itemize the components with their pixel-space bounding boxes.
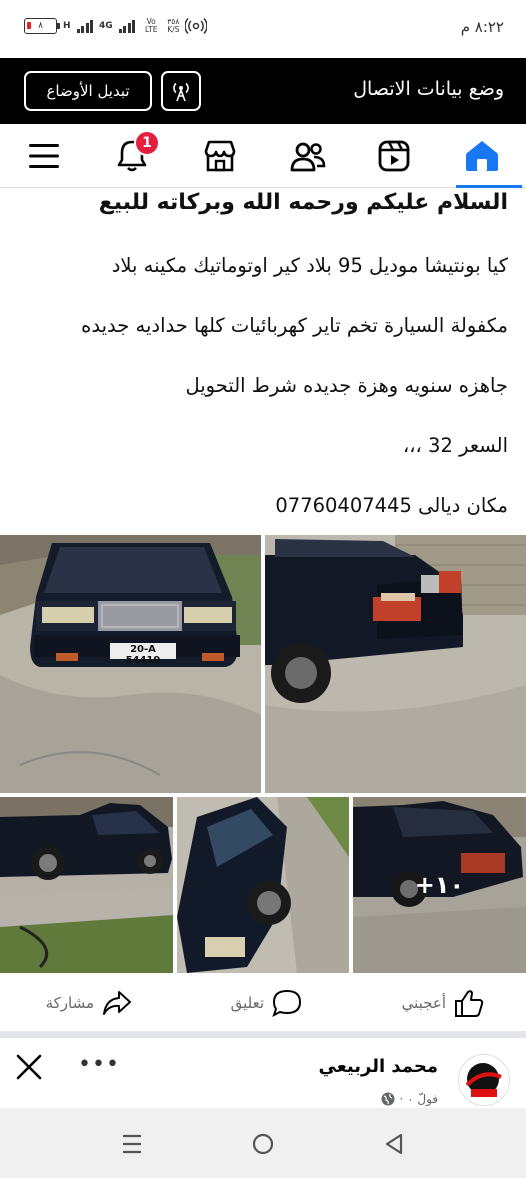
post-line-4: السعر 32 ،،،: [402, 434, 508, 457]
more-photos-overlay[interactable]: +١٠: [353, 797, 526, 973]
author-avatar[interactable]: [458, 1054, 510, 1106]
back-button[interactable]: [380, 1130, 408, 1158]
video-icon: [378, 140, 410, 172]
share-icon: [103, 991, 131, 1015]
post-actions: أعجبني تعليق مشاركة: [0, 975, 526, 1031]
network-type-4g: 4G: [99, 20, 113, 31]
thumbs-up-icon: [455, 990, 484, 1017]
more-options-button[interactable]: •••: [78, 1052, 120, 1077]
menu-button[interactable]: [22, 136, 66, 176]
system-navigation-bar: [0, 1108, 526, 1178]
volte-icon: Vo LTE: [144, 17, 158, 34]
nav-video-tab[interactable]: [372, 136, 416, 176]
close-button[interactable]: [14, 1052, 44, 1082]
home-icon: [466, 141, 498, 171]
data-mode-banner: وضع بيانات الاتصال تبديل الأوضاع: [0, 58, 526, 124]
network-type-h: H: [63, 20, 71, 31]
post-line-5: مكان ديالى 07760407445: [275, 494, 508, 517]
post-line-1: كيا بونتيشا موديل 95 بلاد كير اوتوماتيك …: [111, 254, 508, 277]
post-photo-2[interactable]: [265, 535, 526, 793]
nav-marketplace-tab[interactable]: [198, 136, 242, 176]
nav-home-tab[interactable]: [460, 136, 504, 176]
switch-mode-button[interactable]: تبديل الأوضاع: [24, 71, 152, 111]
battery-icon: ٨: [24, 18, 60, 34]
status-time: ٨:٢٢ م: [460, 18, 504, 36]
post-headline: السلام عليكم ورحمه الله وبركاته للبيع: [98, 190, 508, 215]
home-button[interactable]: [249, 1130, 277, 1158]
recent-apps-button[interactable]: [118, 1130, 146, 1158]
post-meta-text: فولّ ٠ ·: [399, 1092, 438, 1106]
share-label: مشاركة: [45, 994, 94, 1012]
antenna-icon[interactable]: [161, 71, 201, 111]
post-photo-1[interactable]: 20-A 54419: [0, 535, 261, 793]
hotspot-icon: [185, 17, 208, 35]
data-mode-title: وضع بيانات الاتصال: [353, 78, 504, 100]
friends-icon: [290, 142, 326, 172]
nav-notifications-tab[interactable]: 1: [110, 130, 160, 176]
globe-icon: [381, 1092, 395, 1106]
notification-badge: 1: [134, 130, 160, 156]
post-line-3: جاهزه سنويه وهزة جديده شرط التحويل: [185, 374, 508, 397]
close-icon: [16, 1054, 42, 1080]
battery-level: ٨: [38, 21, 43, 31]
suggested-post-header: محمد الربيعي فولّ ٠ · •••: [0, 1038, 526, 1108]
author-name[interactable]: محمد الربيعي: [319, 1056, 438, 1077]
comment-icon: [272, 989, 302, 1017]
signal-icon-2: [118, 19, 136, 33]
active-tab-indicator: [456, 185, 522, 188]
section-divider: [0, 1031, 526, 1038]
status-icons: ٨ H 4G Vo LTE ٣٥٨ K/S: [24, 17, 208, 35]
share-button[interactable]: مشاركة: [46, 989, 132, 1017]
post-meta: فولّ ٠ ·: [381, 1092, 438, 1106]
recent-apps-icon: [123, 1134, 141, 1154]
post-photo-4[interactable]: [177, 797, 349, 973]
comment-label: تعليق: [230, 994, 264, 1012]
nav-friends-tab[interactable]: [286, 136, 330, 176]
like-button[interactable]: أعجبني: [402, 989, 484, 1017]
like-label: أعجبني: [401, 994, 446, 1012]
home-circle-icon: [252, 1133, 274, 1155]
post-photo-5[interactable]: +١٠: [353, 797, 526, 973]
signal-icon: [76, 19, 94, 33]
marketplace-icon: [204, 140, 236, 172]
status-bar: ٨ H 4G Vo LTE ٣٥٨ K/S ٨:٢٢ م: [0, 0, 526, 58]
post-line-2: مكفولة السيارة تخم تاير كهربائيات كلها ح…: [81, 314, 508, 337]
speed-indicator: ٣٥٨ K/S: [167, 17, 180, 34]
top-nav-bar: 1: [0, 124, 526, 188]
license-plate: 20-A 54419: [125, 644, 161, 666]
comment-button[interactable]: تعليق: [231, 989, 302, 1017]
menu-icon: [29, 144, 59, 168]
back-icon: [385, 1133, 403, 1155]
post-photo-3[interactable]: [0, 797, 173, 973]
more-photos-count: +١٠: [414, 871, 465, 899]
